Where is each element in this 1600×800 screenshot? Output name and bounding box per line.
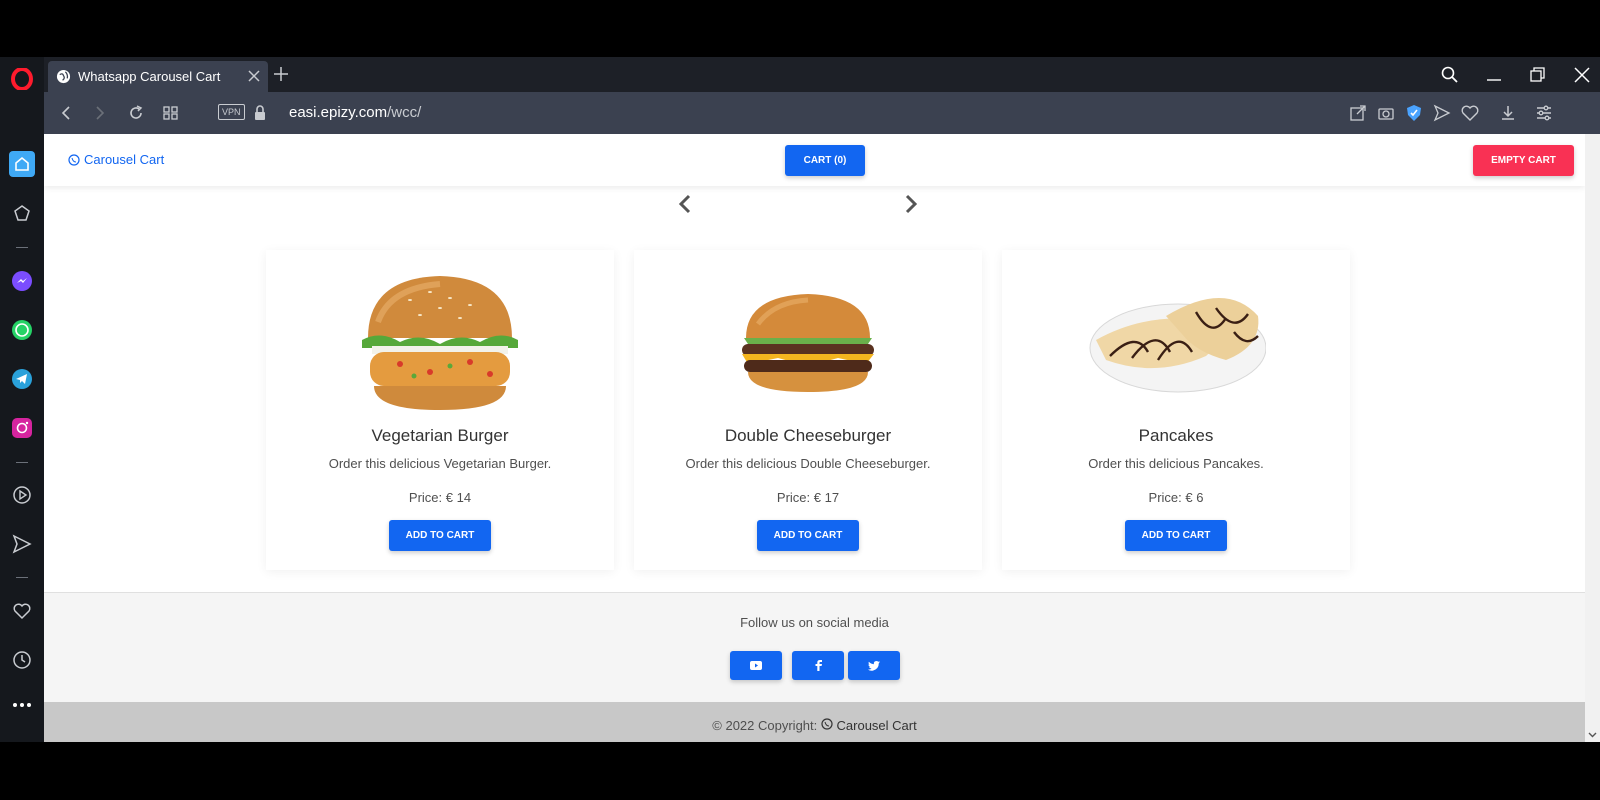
twitter-icon xyxy=(868,660,880,671)
tab-title: Whatsapp Carousel Cart xyxy=(78,69,221,84)
vpn-badge[interactable]: VPN xyxy=(218,104,245,120)
messenger-icon[interactable] xyxy=(8,267,36,295)
sidebar-separator xyxy=(16,247,28,248)
add-to-cart-button[interactable]: ADD TO CART xyxy=(389,520,491,551)
send-icon[interactable] xyxy=(1432,103,1452,123)
whatsapp-icon xyxy=(68,153,80,166)
brand-label: Carousel Cart xyxy=(84,152,165,167)
telegram-icon[interactable] xyxy=(8,365,36,393)
globe-icon xyxy=(56,69,71,84)
product-card: Pancakes Order this delicious Pancakes. … xyxy=(1002,250,1350,570)
pancakes-image xyxy=(1089,298,1266,393)
url-domain: easi.epizy.com xyxy=(289,104,388,121)
close-window-icon[interactable] xyxy=(1572,65,1592,85)
flow-send-icon[interactable] xyxy=(8,530,36,558)
close-tab-icon[interactable] xyxy=(246,68,262,84)
empty-cart-button[interactable]: EMPTY CART xyxy=(1473,145,1574,176)
whatsapp-icon xyxy=(821,718,833,730)
history-clock-icon[interactable] xyxy=(8,646,36,674)
speed-dial-icon[interactable] xyxy=(161,103,181,123)
instagram-icon[interactable] xyxy=(8,414,36,442)
restore-icon[interactable] xyxy=(1528,65,1548,85)
browser-sidebar xyxy=(0,57,44,742)
address-bar: VPN easi.epizy.com/wcc/ xyxy=(44,92,1600,134)
adblock-shield-icon[interactable] xyxy=(1404,103,1424,123)
product-price: Price: € 17 xyxy=(776,490,840,505)
carousel-prev-icon[interactable] xyxy=(674,192,696,216)
url-field[interactable]: easi.epizy.com/wcc/ xyxy=(289,104,421,121)
youtube-icon xyxy=(750,661,762,670)
copyright-brand[interactable]: Carousel Cart xyxy=(837,718,917,733)
product-description: Order this delicious Pancakes. xyxy=(1088,456,1264,471)
bookmark-heart-icon[interactable] xyxy=(1460,103,1480,123)
new-tab-icon[interactable] xyxy=(272,65,290,83)
product-title: Double Cheeseburger xyxy=(724,426,892,445)
scroll-down-arrow-icon[interactable] xyxy=(1588,730,1597,739)
download-icon[interactable] xyxy=(1498,103,1518,123)
youtube-button[interactable] xyxy=(730,651,782,680)
copyright-text: © 2022 Copyright: xyxy=(712,718,818,733)
site-footer: Follow us on social media xyxy=(44,592,1585,702)
product-title: Pancakes xyxy=(1138,426,1214,445)
brand-link[interactable]: Carousel Cart xyxy=(68,152,164,167)
player-icon[interactable] xyxy=(8,481,36,509)
letterbox-bottom xyxy=(0,742,1600,800)
web-page: Carousel Cart CART (0) EMPTY CART Vegeta… xyxy=(44,134,1585,742)
carousel-next-icon[interactable] xyxy=(900,192,922,216)
product-price: Price: € 14 xyxy=(408,490,472,505)
search-icon[interactable] xyxy=(1440,65,1460,85)
page-scrollbar[interactable] xyxy=(1585,134,1600,742)
facebook-icon xyxy=(815,660,822,671)
cart-button[interactable]: CART (0) xyxy=(785,145,865,176)
sidebar-separator xyxy=(16,577,28,578)
bookmarks-icon[interactable] xyxy=(8,199,36,227)
more-icon[interactable] xyxy=(8,691,36,719)
opera-logo-icon[interactable] xyxy=(8,65,36,93)
double-cheeseburger-image xyxy=(742,294,874,392)
browser-tab[interactable]: Whatsapp Carousel Cart xyxy=(48,61,268,92)
product-price: Price: € 6 xyxy=(1148,490,1204,505)
forward-icon[interactable] xyxy=(90,103,110,123)
follow-text: Follow us on social media xyxy=(740,615,889,630)
product-card: Double Cheeseburger Order this delicious… xyxy=(634,250,982,570)
back-icon[interactable] xyxy=(56,103,76,123)
copyright-bar: © 2022 Copyright: Carousel Cart xyxy=(44,702,1585,742)
easy-setup-icon[interactable] xyxy=(1534,103,1554,123)
url-path: /wcc/ xyxy=(387,104,422,121)
minimize-icon[interactable] xyxy=(1484,65,1504,85)
vegetarian-burger-image xyxy=(362,276,518,410)
twitter-button[interactable] xyxy=(848,651,900,680)
add-to-cart-button[interactable]: ADD TO CART xyxy=(757,520,859,551)
product-card: Vegetarian Burger Order this delicious V… xyxy=(266,250,614,570)
heart-icon[interactable] xyxy=(8,597,36,625)
share-icon[interactable] xyxy=(1348,103,1368,123)
product-description: Order this delicious Vegetarian Burger. xyxy=(328,456,552,471)
snapshot-camera-icon[interactable] xyxy=(1376,103,1396,123)
whatsapp-icon[interactable] xyxy=(8,316,36,344)
site-navbar: Carousel Cart CART (0) EMPTY CART xyxy=(44,134,1585,186)
lock-icon[interactable] xyxy=(250,103,270,123)
product-description: Order this delicious Double Cheeseburger… xyxy=(685,456,931,471)
reload-icon[interactable] xyxy=(126,103,146,123)
product-title: Vegetarian Burger xyxy=(371,426,509,445)
letterbox-top xyxy=(0,0,1600,57)
facebook-button[interactable] xyxy=(792,651,844,680)
tab-bar: Whatsapp Carousel Cart xyxy=(44,57,1600,92)
home-icon[interactable] xyxy=(9,151,35,177)
sidebar-separator xyxy=(16,462,28,463)
add-to-cart-button[interactable]: ADD TO CART xyxy=(1125,520,1227,551)
